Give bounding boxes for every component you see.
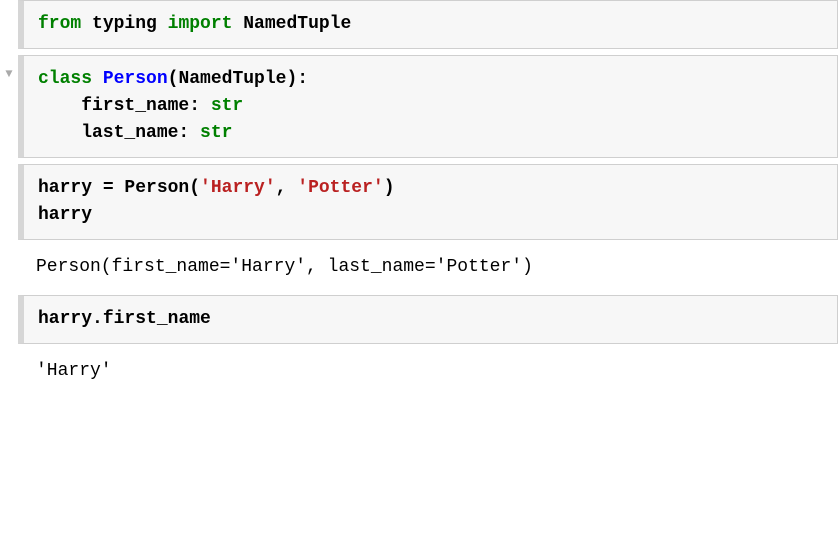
cell-gutter	[0, 350, 18, 393]
code-token: 'Harry'	[200, 178, 276, 198]
code-input-cell[interactable]: class Person(NamedTuple): first_name: st…	[18, 55, 838, 158]
input-cell-row: from typing import NamedTuple	[0, 0, 838, 49]
code-token: =	[103, 178, 114, 198]
code-token: class	[38, 69, 92, 89]
code-input-cell[interactable]: harry.first_name	[18, 295, 838, 344]
code-token: first_name	[103, 309, 211, 329]
code-input-cell[interactable]: harry = Person('Harry', 'Potter') harry	[18, 164, 838, 240]
cell-gutter: ▼	[0, 55, 18, 158]
input-cell-row: harry = Person('Harry', 'Potter') harry	[0, 164, 838, 240]
code-token: Person(	[114, 178, 200, 198]
code-token: (NamedTuple):	[168, 69, 308, 89]
code-token: import	[168, 14, 233, 34]
output-content: Person(first_name='Harry', last_name='Po…	[36, 254, 820, 281]
output-content: 'Harry'	[36, 358, 820, 385]
code-token: from	[38, 14, 81, 34]
cell-gutter	[0, 246, 18, 289]
code-token: str	[211, 96, 243, 116]
code-token: harry	[38, 309, 92, 329]
code-token: .	[92, 309, 103, 329]
cell-gutter	[0, 0, 18, 49]
cell-gutter	[0, 164, 18, 240]
code-token	[92, 69, 103, 89]
input-cell-row: harry.first_name	[0, 295, 838, 344]
output-cell-row: 'Harry'	[0, 350, 838, 393]
code-content: from typing import NamedTuple	[38, 11, 823, 38]
code-token: NamedTuple	[232, 14, 351, 34]
code-content: class Person(NamedTuple): first_name: st…	[38, 66, 823, 147]
code-token: str	[200, 123, 232, 143]
code-token: typing	[81, 14, 167, 34]
output-cell-row: Person(first_name='Harry', last_name='Po…	[0, 246, 838, 289]
code-token: 'Potter'	[297, 178, 383, 198]
output-cell: 'Harry'	[18, 350, 838, 393]
cell-gutter	[0, 295, 18, 344]
input-cell-row: ▼ class Person(NamedTuple): first_name: s…	[0, 55, 838, 158]
code-token: first_name:	[38, 96, 211, 116]
code-content: harry.first_name	[38, 306, 823, 333]
code-token: Person	[103, 69, 168, 89]
collapse-arrow-icon[interactable]: ▼	[5, 67, 12, 81]
output-cell: Person(first_name='Harry', last_name='Po…	[18, 246, 838, 289]
code-token: ,	[276, 178, 298, 198]
code-input-cell[interactable]: from typing import NamedTuple	[18, 0, 838, 49]
code-content: harry = Person('Harry', 'Potter') harry	[38, 175, 823, 229]
code-token: harry	[38, 178, 103, 198]
code-token: last_name:	[38, 123, 200, 143]
